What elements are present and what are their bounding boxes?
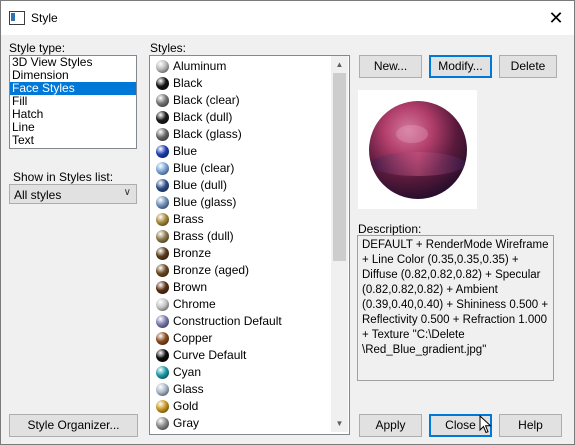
show-in-list-dropdown[interactable]: All styles ∨ xyxy=(9,184,137,204)
style-type-list[interactable]: 3D View Styles Dimension Face Styles Fill Ha… xyxy=(9,55,137,149)
style-name: Curve Default xyxy=(173,348,247,362)
window-icon xyxy=(9,11,25,25)
style-name: Black (glass) xyxy=(173,127,242,141)
style-name: Bronze (aged) xyxy=(173,263,250,277)
style-name: Brass xyxy=(173,212,204,226)
scroll-thumb[interactable] xyxy=(333,73,346,261)
style-organizer-button[interactable]: Style Organizer... xyxy=(9,414,138,437)
material-sphere-icon xyxy=(156,417,169,430)
description-box: DEFAULT + RenderMode Wireframe + Line Co… xyxy=(357,235,554,381)
apply-button[interactable]: Apply xyxy=(359,414,422,437)
material-sphere-icon xyxy=(156,264,169,277)
material-sphere-icon xyxy=(156,366,169,379)
material-sphere-icon xyxy=(156,400,169,413)
style-type-item[interactable]: Face Styles xyxy=(10,82,136,95)
style-name: Bronze xyxy=(173,246,212,260)
material-sphere-icon xyxy=(156,111,169,124)
styles-list[interactable]: Aluminum Black Black (clear) Black (dull) Bl… xyxy=(149,55,350,435)
material-sphere-icon xyxy=(156,196,169,209)
style-type-item[interactable]: Text xyxy=(10,134,136,147)
style-dialog: Style ✕ Style type: 3D View Styles Dimens… xyxy=(0,0,575,445)
description-label: Description: xyxy=(358,222,422,236)
title-bar: Style ✕ xyxy=(1,1,574,35)
material-sphere-icon xyxy=(156,332,169,345)
style-list-item[interactable]: Bronze (aged) xyxy=(152,262,330,279)
material-sphere-icon xyxy=(156,281,169,294)
material-sphere-icon xyxy=(156,298,169,311)
material-sphere-icon xyxy=(156,77,169,90)
style-name: Blue xyxy=(173,144,198,158)
style-name: Cyan xyxy=(173,365,202,379)
style-name: Chrome xyxy=(173,297,216,311)
style-list-item[interactable]: Aluminum xyxy=(152,58,330,75)
style-list-item[interactable]: Brown xyxy=(152,279,330,296)
description-text: DEFAULT + RenderMode Wireframe + Line Co… xyxy=(362,239,549,356)
show-in-list-value: All styles xyxy=(14,188,62,202)
style-list-item[interactable]: Cyan xyxy=(152,364,330,381)
style-type-label: Style type: xyxy=(9,41,66,55)
scroll-up-icon[interactable]: ▲ xyxy=(331,56,348,73)
style-name: Black xyxy=(173,76,203,90)
window-title: Style xyxy=(31,11,58,25)
style-list-item[interactable]: Brass (dull) xyxy=(152,228,330,245)
material-sphere-icon xyxy=(156,213,169,226)
style-name: Black (clear) xyxy=(173,93,240,107)
material-sphere-icon xyxy=(156,230,169,243)
style-list-item[interactable]: Curve Default xyxy=(152,347,330,364)
style-name: Copper xyxy=(173,331,213,345)
material-sphere-icon xyxy=(156,145,169,158)
chevron-down-icon: ∨ xyxy=(123,187,131,198)
style-name: Blue (dull) xyxy=(173,178,228,192)
material-sphere-icon xyxy=(156,247,169,260)
style-list-item[interactable]: Blue (clear) xyxy=(152,160,330,177)
material-sphere-icon xyxy=(156,383,169,396)
style-name: Blue (glass) xyxy=(173,195,237,209)
scroll-down-icon[interactable]: ▼ xyxy=(331,415,348,432)
style-list-item[interactable]: Black (clear) xyxy=(152,92,330,109)
style-name: Gray xyxy=(173,416,200,430)
styles-label: Styles: xyxy=(150,41,187,55)
style-list-item[interactable]: Glass xyxy=(152,381,330,398)
help-button[interactable]: Help xyxy=(499,414,562,437)
sphere-preview xyxy=(369,101,467,199)
style-list-item[interactable]: Chrome xyxy=(152,296,330,313)
style-name: Blue (clear) xyxy=(173,161,235,175)
material-sphere-icon xyxy=(156,128,169,141)
material-sphere-icon xyxy=(156,179,169,192)
style-list-item[interactable]: Black xyxy=(152,75,330,92)
style-preview xyxy=(358,90,477,209)
style-list-item[interactable]: Gold xyxy=(152,398,330,415)
style-list-item[interactable]: Bronze xyxy=(152,245,330,262)
style-list-item[interactable]: Construction Default xyxy=(152,313,330,330)
style-name: Aluminum xyxy=(173,59,227,73)
style-list-item[interactable]: Black (dull) xyxy=(152,109,330,126)
style-list-item[interactable]: Black (glass) xyxy=(152,126,330,143)
style-list-item[interactable]: Brass xyxy=(152,211,330,228)
style-name: Construction Default xyxy=(173,314,282,328)
style-name: Glass xyxy=(173,382,204,396)
mouse-cursor-icon xyxy=(479,415,492,434)
material-sphere-icon xyxy=(156,162,169,175)
style-name: Brown xyxy=(173,280,208,294)
style-name: Black (dull) xyxy=(173,110,233,124)
modify-button[interactable]: Modify... xyxy=(429,55,492,78)
styles-scrollbar[interactable]: ▲ ▼ xyxy=(331,56,348,432)
style-list-item[interactable]: Blue (glass) xyxy=(152,194,330,211)
style-name: Gold xyxy=(173,399,199,413)
material-sphere-icon xyxy=(156,349,169,362)
delete-button[interactable]: Delete xyxy=(499,55,557,78)
style-list-item[interactable]: Blue xyxy=(152,143,330,160)
material-sphere-icon xyxy=(156,315,169,328)
new-button[interactable]: New... xyxy=(359,55,422,78)
style-name: Brass (dull) xyxy=(173,229,234,243)
show-in-list-label: Show in Styles list: xyxy=(13,170,114,184)
material-sphere-icon xyxy=(156,60,169,73)
close-icon[interactable]: ✕ xyxy=(544,6,568,30)
style-list-item[interactable]: Gray xyxy=(152,415,330,432)
style-list-item[interactable]: Copper xyxy=(152,330,330,347)
material-sphere-icon xyxy=(156,94,169,107)
style-list-item[interactable]: Blue (dull) xyxy=(152,177,330,194)
